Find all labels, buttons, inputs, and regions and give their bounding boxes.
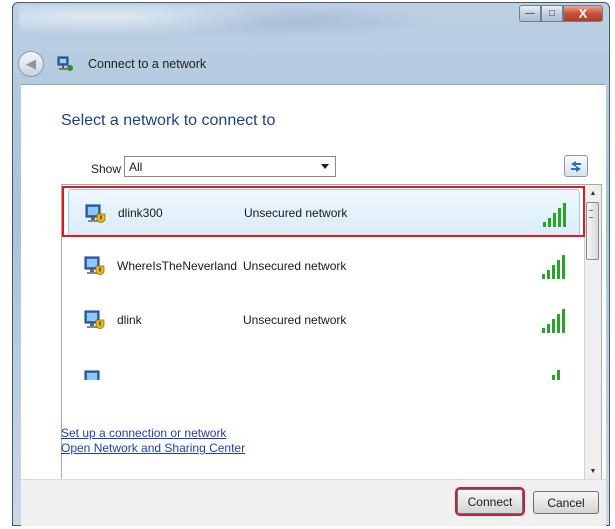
close-button[interactable]: X: [563, 5, 603, 22]
network-security: Unsecured network: [243, 259, 347, 273]
signal-strength-icon: [543, 203, 566, 227]
unsecured-network-icon: [84, 256, 105, 275]
nav-row: ◀ Connect to a network: [18, 48, 603, 80]
network-name: dlink300: [118, 206, 163, 220]
network-name: dlink: [117, 313, 142, 327]
unsecured-network-icon: [84, 310, 105, 329]
scroll-up-icon[interactable]: ▲: [585, 185, 601, 201]
maximize-button[interactable]: □: [541, 5, 563, 22]
cancel-button[interactable]: Cancel: [533, 491, 599, 514]
network-security: Unsecured network: [244, 206, 348, 220]
minimize-button[interactable]: —: [519, 5, 541, 22]
network-sharing-center-link[interactable]: Open Network and Sharing Center: [61, 441, 245, 455]
page-title: Connect to a network: [88, 57, 207, 71]
unsecured-network-icon: [85, 204, 106, 223]
refresh-button[interactable]: [564, 155, 588, 177]
content-panel: Select a network to connect to Show All …: [21, 84, 606, 480]
refresh-icon: [571, 161, 581, 172]
network-name: WhereIsTheNeverland: [117, 259, 238, 273]
title-bar-background: [19, 5, 439, 45]
back-button[interactable]: ◀: [18, 51, 44, 77]
list-scrollbar[interactable]: ▲ ▼: [584, 185, 601, 479]
signal-strength-icon: [542, 309, 565, 333]
show-label: Show: [91, 162, 122, 176]
network-icon: [57, 56, 73, 71]
maximize-icon: □: [548, 7, 556, 19]
network-row-dlink[interactable]: dlink Unsecured network: [68, 296, 580, 344]
scroll-grip-icon: [589, 210, 593, 218]
chevron-down-icon: [321, 164, 329, 169]
network-row-whereistheneverland[interactable]: WhereIsTheNeverland Unsecured network: [68, 242, 580, 290]
network-icon: [84, 370, 100, 380]
scroll-down-icon[interactable]: ▼: [585, 463, 601, 479]
signal-strength-icon: [542, 255, 565, 279]
window-controls: — □ X: [519, 5, 603, 22]
connect-button[interactable]: Connect: [457, 489, 523, 514]
setup-connection-link[interactable]: Set up a connection or network: [61, 426, 226, 440]
close-icon: X: [578, 6, 588, 21]
minimize-icon: —: [525, 7, 535, 19]
network-row-partial[interactable]: [68, 350, 580, 380]
network-security: Unsecured network: [243, 313, 347, 327]
show-filter-value: All: [129, 159, 143, 174]
show-filter-select[interactable]: All: [124, 156, 336, 177]
signal-strength-icon: [552, 370, 560, 380]
dialog-footer: Connect Cancel: [21, 479, 606, 526]
back-arrow-icon: ◀: [26, 56, 36, 71]
section-heading: Select a network to connect to: [61, 112, 276, 129]
network-row-dlink300[interactable]: dlink300 Unsecured network: [68, 189, 580, 237]
